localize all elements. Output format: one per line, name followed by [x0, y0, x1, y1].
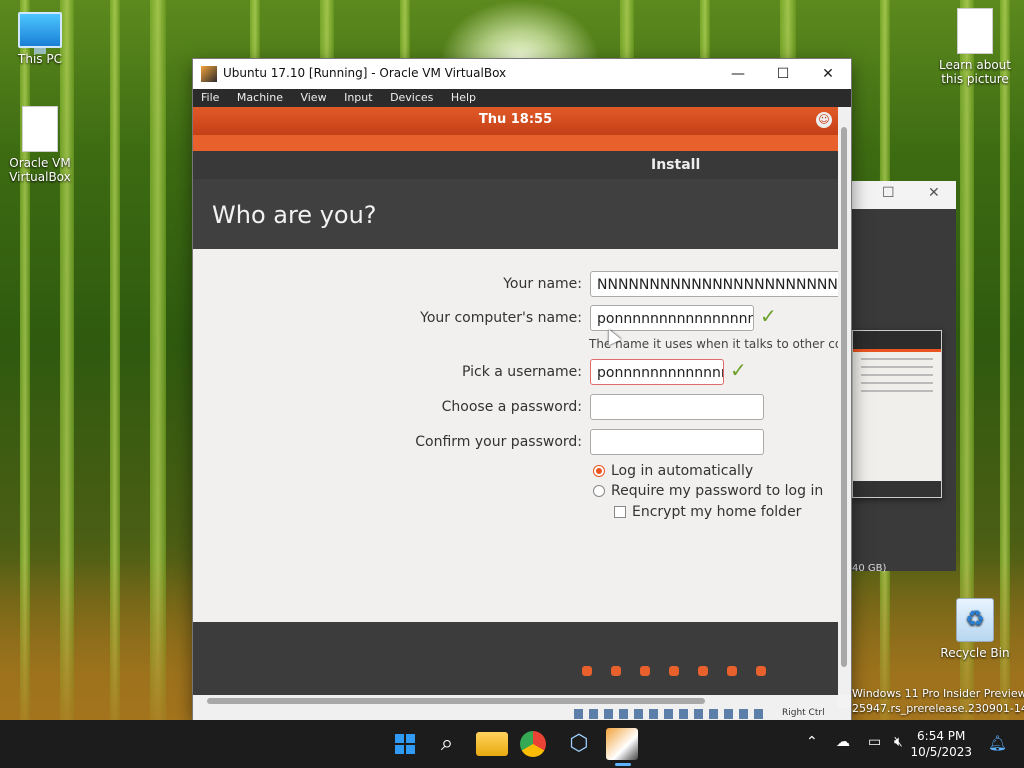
user-form: Your name: NNNNNNNNNNNNNNNNNNNNNNNN Your… [193, 249, 838, 622]
system-clock[interactable]: 6:54 PM 10/5/2023 [910, 728, 972, 760]
menu-bar: File Machine View Input Devices Help [193, 89, 851, 107]
desktop-icon-label: Recycle Bin [940, 646, 1010, 660]
cloud-icon[interactable]: ☁ [836, 734, 850, 750]
radio-login-automatically[interactable]: Log in automatically [593, 463, 753, 479]
guest-clock[interactable]: Thu 18:55 [479, 112, 552, 127]
search-icon[interactable]: ⌕ [431, 728, 463, 760]
clock-time: 6:54 PM [917, 729, 966, 743]
progress-dot [727, 666, 737, 676]
ubuntu-top-bar: Thu 18:55 ☺ [193, 107, 838, 135]
username-label: Pick a username: [461, 364, 582, 380]
computer-name-hint: The name it uses when it talks to other … [589, 337, 838, 351]
close-icon[interactable]: ✕ [928, 185, 940, 201]
device-status-icons[interactable] [574, 709, 764, 719]
vm-status-bar: Right Ctrl [193, 708, 851, 720]
name-label: Your name: [503, 276, 582, 292]
notification-bell-icon[interactable]: 🔔︎ [988, 734, 1007, 752]
window-title: Ubuntu 17.10 [Running] - Oracle VM Virtu… [223, 66, 507, 80]
progress-dot [698, 666, 708, 676]
close-button[interactable]: ✕ [806, 63, 850, 85]
file-explorer-icon[interactable] [476, 732, 508, 756]
menu-input[interactable]: Input [344, 91, 372, 104]
checkmark-icon: ✓ [730, 358, 747, 382]
password-field[interactable] [590, 394, 764, 420]
menu-file[interactable]: File [201, 91, 219, 104]
show-hidden-icons-chevron-icon[interactable]: ⌃ [806, 734, 818, 750]
menu-view[interactable]: View [300, 91, 326, 104]
chrome-icon[interactable] [520, 731, 546, 757]
progress-dot [611, 666, 621, 676]
progress-dot [640, 666, 650, 676]
checkbox-encrypt-home[interactable]: Encrypt my home folder [614, 504, 801, 520]
file-icon [957, 8, 993, 54]
desktop-icon-recycle-bin[interactable]: ♻ Recycle Bin [935, 598, 1015, 660]
background-window-titlebar[interactable]: ☐ ✕ [852, 181, 956, 209]
virtualbox-app-icon [201, 66, 217, 82]
clock-date: 10/5/2023 [910, 745, 972, 759]
progress-dot [582, 666, 592, 676]
installer-footer [193, 622, 838, 695]
radio-label: Log in automatically [611, 463, 754, 479]
desktop-icon-label: This PC [18, 52, 62, 66]
progress-dot [669, 666, 679, 676]
radio-label: Require my password to log in [611, 483, 824, 499]
computer-name-label: Your computer's name: [420, 310, 582, 326]
virtualbox-taskbar-icon[interactable]: ⬡ [563, 728, 595, 760]
installer-title: Install [651, 157, 701, 173]
progress-dot [756, 666, 766, 676]
checkbox-label: Encrypt my home folder [632, 504, 802, 520]
orange-strip [193, 135, 838, 151]
virtualbox-window[interactable]: Ubuntu 17.10 [Running] - Oracle VM Virtu… [193, 59, 851, 720]
guest-screen[interactable]: Thu 18:55 ☺ Install Who are you? Your na… [193, 107, 838, 695]
confirm-password-field[interactable] [590, 429, 764, 455]
checkbox-icon [614, 506, 626, 518]
radio-require-password[interactable]: Require my password to log in [593, 483, 823, 499]
menu-devices[interactable]: Devices [390, 91, 433, 104]
page-header: Who are you? [193, 179, 838, 249]
host-key-label: Right Ctrl [782, 708, 825, 718]
window-titlebar[interactable]: Ubuntu 17.10 [Running] - Oracle VM Virtu… [193, 59, 851, 89]
horizontal-scrollbar[interactable] [193, 695, 838, 708]
recycle-bin-icon: ♻ [956, 598, 994, 642]
windows-start-icon[interactable] [389, 728, 421, 760]
confirm-password-label: Confirm your password: [415, 434, 582, 450]
windows-watermark: Windows 11 Pro Insider Preview 25947.rs_… [852, 686, 1024, 716]
watermark-line: Windows 11 Pro Insider Preview [852, 687, 1024, 700]
desktop-icon-label: Learn about this picture [939, 58, 1011, 86]
background-window-text: 40 GB) [852, 563, 887, 574]
menu-machine[interactable]: Machine [237, 91, 283, 104]
checkmark-icon: ✓ [760, 304, 777, 328]
vertical-scrollbar[interactable] [838, 107, 851, 695]
desktop-icon-label: Oracle VM VirtualBox [9, 156, 71, 184]
name-field[interactable]: NNNNNNNNNNNNNNNNNNNNNNNN [590, 271, 838, 297]
vm-preview-thumbnail[interactable] [852, 330, 942, 498]
desktop-icon-this-pc[interactable]: This PC [0, 12, 80, 66]
network-icon[interactable]: ▭ [868, 734, 881, 750]
desktop-icon-virtualbox[interactable]: Oracle VM VirtualBox [0, 106, 80, 184]
accessibility-icon[interactable]: ☺ [816, 112, 832, 128]
page-title: Who are you? [212, 201, 377, 229]
radio-unselected-icon [593, 485, 605, 497]
watermark-line: 25947.rs_prerelease.230901-1416 [852, 702, 1024, 715]
shortcut-file-icon [22, 106, 58, 152]
password-label: Choose a password: [441, 399, 582, 415]
active-app-indicator [615, 763, 631, 766]
computer-icon [18, 12, 62, 54]
taskbar: ⌕ ⬡ ⌃ ☁ ▭ 🔇︎ 6:54 PM 10/5/2023 🔔︎ [0, 720, 1024, 768]
virtualbox-vm-taskbar-icon[interactable] [606, 728, 638, 760]
volume-muted-icon[interactable]: 🔇︎ [894, 734, 903, 750]
installer-titlebar: Install [193, 151, 838, 179]
maximize-button[interactable]: ☐ [761, 63, 805, 85]
username-field[interactable]: ponnnnnnnnnnnnnnnn [590, 359, 724, 385]
desktop-icon-learn-picture[interactable]: Learn about this picture [935, 8, 1015, 86]
menu-help[interactable]: Help [451, 91, 476, 104]
radio-selected-icon [593, 465, 605, 477]
maximize-icon[interactable]: ☐ [882, 185, 895, 201]
minimize-button[interactable]: — [716, 63, 760, 85]
